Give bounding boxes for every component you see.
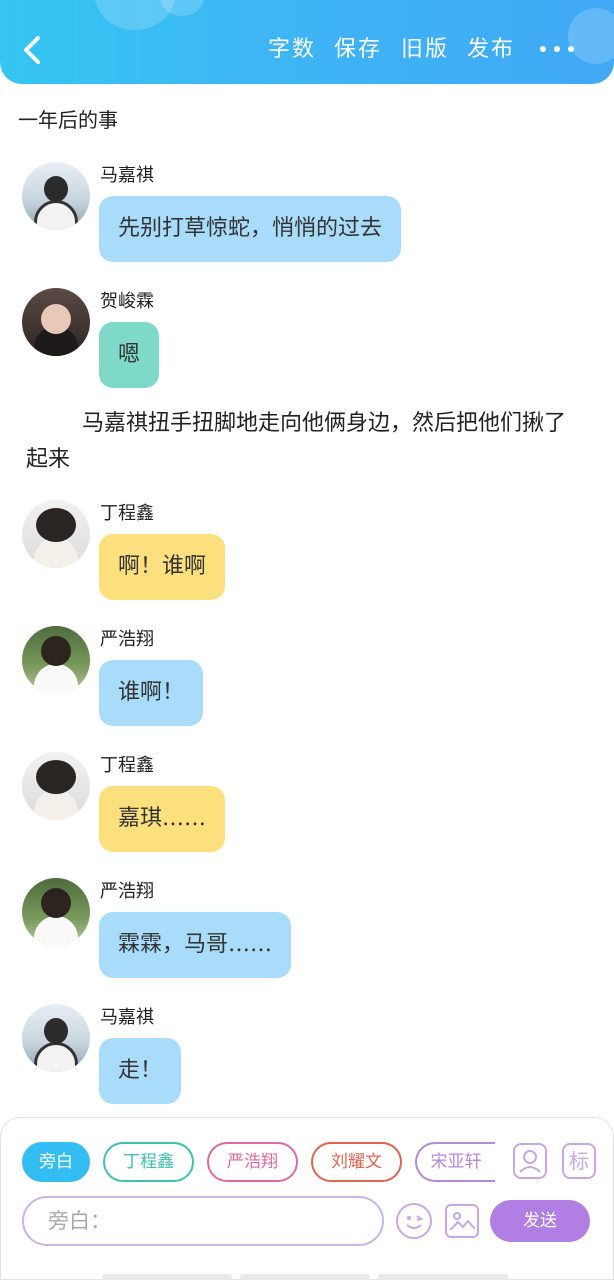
home-indicator	[240, 1274, 370, 1280]
chevron-left-icon	[24, 36, 40, 64]
role-chip[interactable]: 宋亚轩	[415, 1142, 495, 1182]
role-chip[interactable]: 严浩翔	[207, 1142, 298, 1182]
role-chip-narrator[interactable]: 旁白	[22, 1142, 90, 1182]
chat-story-editor: 字数 保存 旧版 发布 一年后的事 马嘉祺 先别打草惊蛇，悄悄的过去 贺峻霖 嗯…	[0, 0, 614, 1280]
emoji-icon[interactable]	[396, 1203, 432, 1239]
message-input[interactable]: 旁白：	[22, 1196, 384, 1246]
avatar[interactable]	[22, 626, 90, 694]
avatar[interactable]	[22, 500, 90, 568]
speaker-name: 马嘉祺	[100, 1007, 154, 1028]
chapter-title: 一年后的事	[18, 108, 118, 132]
speaker-name: 严浩翔	[100, 629, 154, 650]
speaker-name: 马嘉祺	[100, 165, 154, 186]
speaker-name: 丁程鑫	[100, 755, 154, 776]
role-chip[interactable]: 丁程鑫	[103, 1142, 194, 1182]
speaker-name: 丁程鑫	[100, 503, 154, 524]
message-bubble[interactable]: 嘉琪……	[99, 786, 226, 852]
speaker-name: 严浩翔	[100, 881, 154, 902]
avatar[interactable]	[22, 878, 90, 946]
word-count-button[interactable]: 字数	[268, 36, 316, 64]
image-icon[interactable]	[445, 1204, 479, 1238]
avatar[interactable]	[22, 752, 90, 820]
message-bubble[interactable]: 霖霖，马哥……	[99, 912, 292, 978]
back-button[interactable]	[18, 30, 48, 70]
publish-button[interactable]: 发布	[467, 36, 515, 64]
home-indicator	[102, 1274, 232, 1280]
avatar[interactable]	[22, 288, 90, 356]
speaker-name: 贺峻霖	[100, 291, 154, 312]
tag-icon[interactable]: 标	[562, 1143, 596, 1179]
send-button[interactable]: 发送	[490, 1200, 590, 1242]
old-version-button[interactable]: 旧版	[401, 36, 449, 64]
message-bubble[interactable]: 啊！谁啊	[99, 534, 226, 600]
avatar[interactable]	[22, 1004, 90, 1072]
save-button[interactable]: 保存	[334, 36, 382, 64]
message-bubble[interactable]: 嗯	[99, 322, 160, 388]
role-chip[interactable]: 刘耀文	[311, 1142, 402, 1182]
home-indicator	[378, 1274, 508, 1280]
message-bubble[interactable]: 走！	[99, 1038, 182, 1104]
message-bubble[interactable]: 先别打草惊蛇，悄悄的过去	[99, 196, 402, 262]
add-character-icon[interactable]	[513, 1143, 547, 1179]
avatar[interactable]	[22, 162, 90, 230]
top-bar: 字数 保存 旧版 发布	[0, 0, 614, 84]
narration-text[interactable]: 马嘉祺扭手扭脚地走向他俩身边，然后把他们揪了起来	[26, 406, 586, 478]
more-dots-icon[interactable]	[540, 46, 574, 54]
message-bubble[interactable]: 谁啊！	[99, 660, 204, 726]
